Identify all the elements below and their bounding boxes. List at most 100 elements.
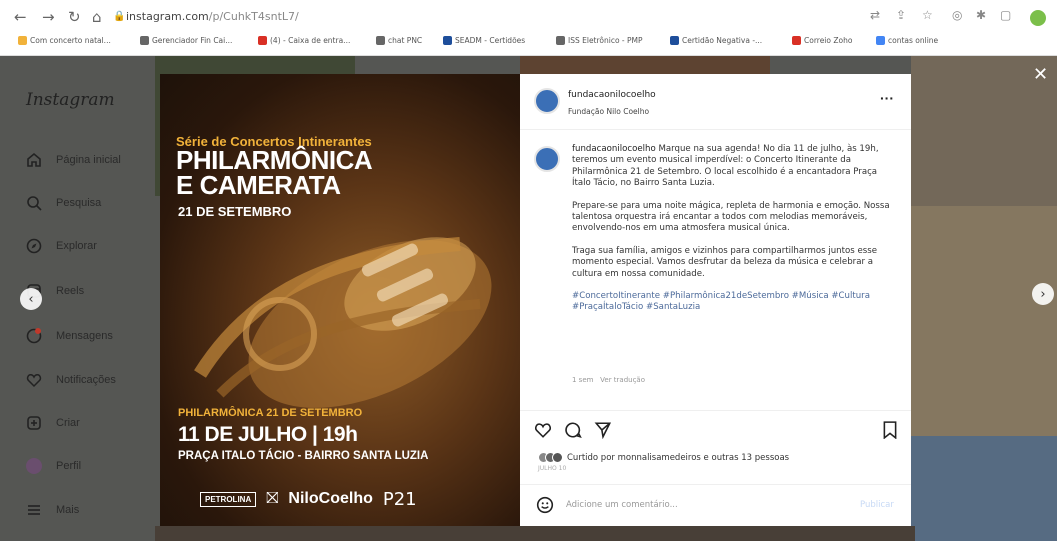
save-bookmark-icon[interactable] [882, 421, 898, 444]
bookmark-item[interactable]: contas online [876, 36, 938, 45]
sidebar-item-notifications[interactable]: Notificações [24, 369, 116, 391]
sidebar-item-label: Pesquisa [56, 197, 102, 209]
instagram-logo[interactable]: Instagram [26, 90, 115, 110]
share-paper-plane-icon[interactable] [594, 421, 612, 444]
publish-button[interactable]: Publicar [860, 500, 894, 510]
bookmark-star-icon[interactable]: ☆ [922, 8, 933, 22]
poster-small-title: PHILARMÔNICA 21 DE SETEMBRO [178, 407, 363, 419]
sidebar-item-more[interactable]: Mais [24, 499, 79, 521]
instagram-page: Instagram Página inicial Pesquisa Explor… [0, 56, 1057, 541]
bookmark-favicon-icon [140, 36, 149, 45]
author-subtitle: Fundação Nilo Coelho [568, 107, 650, 116]
bookmark-label: SEADM - Certidões [455, 36, 526, 45]
more-options-icon[interactable]: ··· [880, 90, 894, 106]
bookmark-item[interactable]: SEADM - Certidões [443, 36, 525, 45]
profile-avatar [24, 456, 44, 476]
sidebar-item-create[interactable]: Criar [24, 412, 80, 434]
reload-icon[interactable]: ↻ [68, 8, 81, 26]
sidebar-item-messages[interactable]: Mensagens [24, 325, 113, 347]
post-date: JULHO 10 [538, 465, 567, 472]
sidebar-item-label: Página inicial [56, 154, 121, 166]
caption-meta: 1 sem Ver tradução [572, 376, 645, 384]
messenger-icon [24, 326, 44, 346]
poster-event-date: 11 DE JULHO | 19h [178, 423, 358, 446]
close-icon[interactable]: ✕ [1033, 64, 1048, 85]
bookmark-item[interactable]: ISS Eletrônico - PMP [556, 36, 643, 45]
translate-icon[interactable]: ⇄ [870, 8, 880, 22]
sidebar-item-label: Reels [56, 285, 85, 297]
likes-summary[interactable]: Curtido por monnalisamedeiros e outras 1… [538, 452, 789, 463]
window-icon[interactable]: ▢ [1000, 8, 1011, 22]
puzzle-icon[interactable]: ✱ [976, 8, 986, 22]
bookmark-label: ISS Eletrônico - PMP [568, 36, 643, 45]
post-header: fundacaonilocoelho Fundação Nilo Coelho … [520, 74, 911, 130]
browser-toolbar: ← → ↻ ⌂ 🔒 instagram.com/p/CuhkT4sntL7/ ⇄… [0, 6, 1057, 30]
sidebar-item-label: Perfil [56, 460, 82, 472]
previous-post-button[interactable]: ‹ [20, 288, 42, 310]
bookmark-item[interactable]: Gerenciador Fin Cai... [140, 36, 232, 45]
comment-bubble-icon[interactable] [564, 421, 582, 444]
profile-avatar-icon[interactable] [1030, 10, 1046, 26]
lock-icon[interactable]: 🔒 [113, 11, 125, 22]
likes-text: Curtido por monnalisamedeiros e outras 1… [567, 452, 790, 463]
back-icon[interactable]: ← [14, 8, 27, 26]
share-icon[interactable]: ⇪ [896, 8, 906, 22]
home-button-icon[interactable]: ⌂ [92, 8, 102, 26]
search-icon [24, 193, 44, 213]
bookmark-item[interactable]: Correio Zoho [792, 36, 852, 45]
extension-icon[interactable]: ◎ [952, 8, 962, 22]
sidebar-item-label: Mensagens [56, 330, 113, 342]
bookmark-label: Certidão Negativa -... [682, 36, 763, 45]
bookmark-label: (4) - Caixa de entra... [270, 36, 351, 45]
comment-box: Adicione um comentário... Publicar [520, 484, 911, 526]
post-details-panel: fundacaonilocoelho Fundação Nilo Coelho … [520, 74, 911, 526]
bookmark-favicon-icon [258, 36, 267, 45]
sidebar-item-label: Notificações [56, 374, 116, 386]
bookmark-item[interactable]: (4) - Caixa de entra... [258, 36, 350, 45]
bookmark-label: chat PNC [388, 36, 423, 45]
caption-username[interactable]: fundacaonilocoelho [572, 144, 656, 154]
post-actions [520, 410, 911, 450]
sidebar-item-label: Criar [56, 417, 80, 429]
next-post-button[interactable]: › [1032, 283, 1054, 305]
time-ago: 1 sem [572, 376, 594, 384]
author-username[interactable]: fundacaonilocoelho [568, 90, 656, 100]
p21-logo: P21 [382, 488, 417, 510]
translate-link[interactable]: Ver tradução [600, 376, 645, 384]
petrolina-logo: PETROLINA [200, 491, 257, 507]
bookmark-label: contas online [888, 36, 939, 45]
liker-avatar [552, 452, 563, 463]
url-host: instagram.com [126, 10, 209, 23]
bookmark-item[interactable]: chat PNC [376, 36, 422, 45]
caption-hashtags[interactable]: #ConcertoItinerante #Philarmônica21deSet… [572, 291, 894, 314]
chevron-right-icon: › [1040, 286, 1046, 302]
post-image[interactable]: Série de Concertos Intinerantes PHILARMÔ… [160, 74, 520, 526]
sidebar-item-label: Mais [56, 504, 80, 516]
comment-input[interactable]: Adicione um comentário... [566, 500, 678, 510]
heart-icon [24, 370, 44, 390]
bookmark-favicon-icon [376, 36, 385, 45]
home-icon [24, 150, 44, 170]
bookmark-item[interactable]: Certidão Negativa -... [670, 36, 762, 45]
ribbon-icon: ⛝ [266, 490, 279, 507]
nilo-coelho-logo: NiloCoelho [288, 490, 373, 507]
bookmarks-bar: Com concerto natal... Gerenciador Fin Ca… [0, 36, 1057, 52]
bookmark-label: Gerenciador Fin Cai... [152, 36, 233, 45]
bookmark-favicon-icon [443, 36, 452, 45]
compass-icon [24, 236, 44, 256]
sidebar-item-search[interactable]: Pesquisa [24, 192, 101, 214]
caption-author-avatar[interactable] [534, 146, 560, 172]
like-heart-icon[interactable] [534, 421, 552, 444]
bookmark-item[interactable]: Com concerto natal... [18, 36, 111, 45]
post-caption: fundacaonilocoelho Marque na sua agenda!… [572, 144, 894, 325]
forward-icon[interactable]: → [42, 8, 55, 26]
sidebar-item-explore[interactable]: Explorar [24, 235, 97, 257]
menu-icon [24, 500, 44, 520]
poster-title-line2: E CAMERATA [176, 170, 341, 200]
sidebar-item-profile[interactable]: Perfil [24, 455, 81, 477]
caption-paragraph-3: Traga sua família, amigos e vizinhos par… [572, 245, 877, 279]
address-bar[interactable]: instagram.com/p/CuhkT4sntL7/ [126, 10, 299, 23]
author-avatar[interactable] [534, 88, 560, 114]
emoji-icon[interactable] [536, 496, 554, 519]
sidebar-item-home[interactable]: Página inicial [24, 149, 121, 171]
